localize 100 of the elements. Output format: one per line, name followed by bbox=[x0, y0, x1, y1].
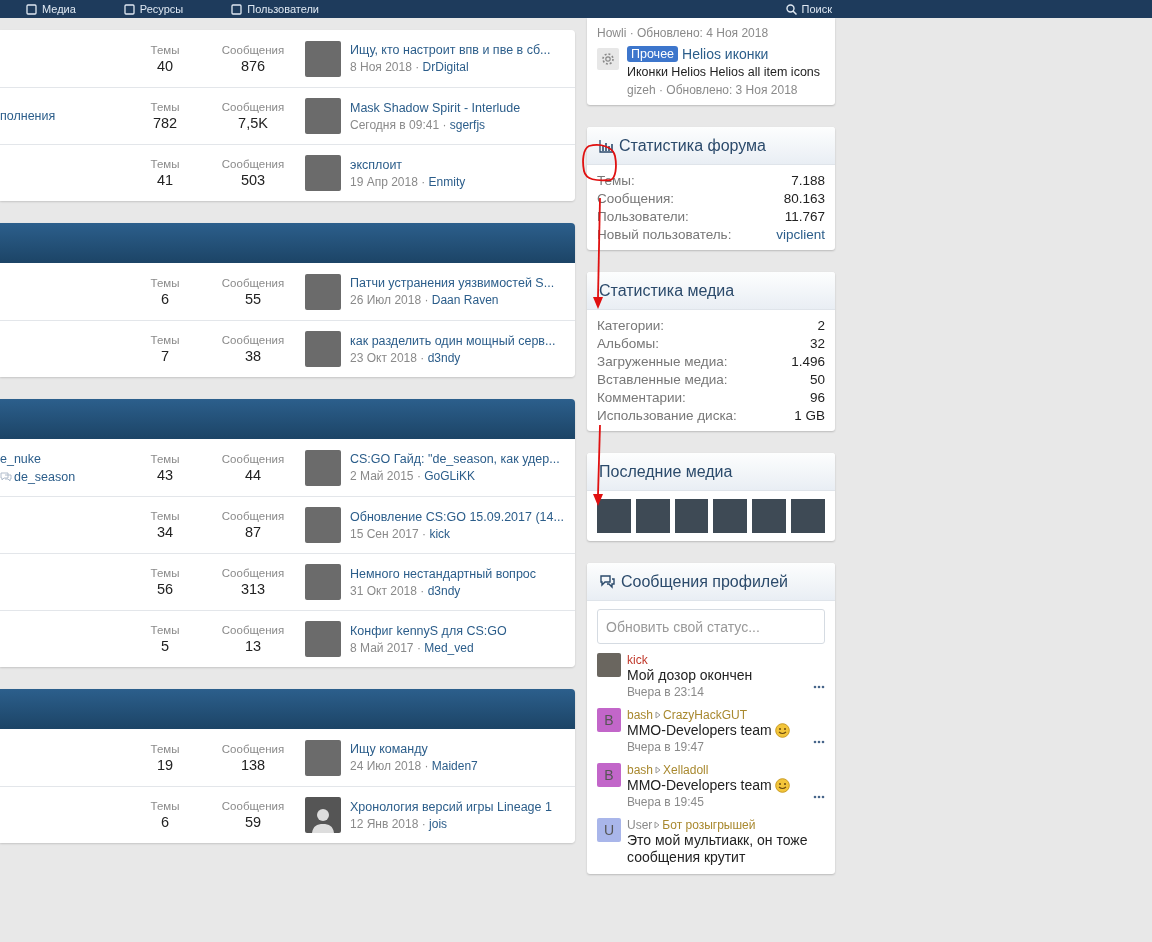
username-link[interactable]: User bbox=[627, 818, 653, 832]
chat-bubbles-icon bbox=[0, 471, 12, 482]
stat-label: Альбомы: bbox=[597, 336, 659, 351]
thread-link[interactable]: Немного нестандартный вопрос bbox=[350, 566, 537, 581]
stat-label: Сообщения bbox=[221, 567, 285, 579]
search-icon bbox=[785, 3, 797, 15]
stat-label: Сообщения bbox=[221, 276, 285, 289]
media-thumbnail[interactable] bbox=[597, 499, 631, 533]
stat-label: Темы bbox=[150, 510, 180, 522]
username-link[interactable]: Xelladoll bbox=[663, 763, 709, 777]
separator-dot: · bbox=[416, 640, 421, 655]
username-link[interactable]: sgerfjs bbox=[449, 117, 486, 132]
stat-label: Темы bbox=[150, 567, 180, 579]
stat-label: Сообщения bbox=[221, 510, 285, 522]
stat-label: Сообщения bbox=[221, 158, 285, 170]
stat-value: 87 bbox=[244, 524, 262, 540]
status-message: Мой дозор окончен bbox=[627, 667, 753, 684]
stat-value: 59 bbox=[244, 814, 262, 830]
status-message: MMO-Developers team bbox=[627, 722, 772, 739]
media-thumbnail[interactable] bbox=[713, 499, 748, 533]
silhouette-icon bbox=[311, 807, 335, 833]
resource-meta: gizeh · Обновлено: 3 Ноя 2018 bbox=[627, 83, 799, 97]
stat-label: Темы bbox=[150, 800, 180, 812]
stat-value: 6 bbox=[160, 290, 170, 307]
nav-tab[interactable]: Медиа bbox=[26, 2, 76, 16]
separator-dot: · bbox=[420, 583, 425, 598]
status-input-field[interactable]: Обновить свой статус... bbox=[597, 609, 825, 644]
nav-item-icon bbox=[26, 3, 37, 15]
post-date: 12 Янв 2018 bbox=[350, 816, 419, 831]
stat-label: Темы bbox=[150, 334, 180, 346]
post-date: 8 Ноя 2018 bbox=[350, 60, 412, 74]
thread-link[interactable]: Ищу команду bbox=[350, 742, 478, 756]
media-thumbnail[interactable] bbox=[752, 499, 787, 533]
stat-label: Сообщения bbox=[221, 334, 285, 346]
username-link[interactable]: Enmity bbox=[428, 174, 466, 189]
username-link[interactable]: Maiden7 bbox=[431, 759, 478, 773]
media-thumbnail[interactable] bbox=[674, 499, 709, 533]
bar-chart-icon bbox=[599, 138, 615, 153]
username-link[interactable]: vipclient bbox=[776, 227, 825, 242]
thread-link[interactable]: эксплоит bbox=[350, 157, 466, 172]
stat-value: 11.767 bbox=[784, 209, 825, 224]
thread-link[interactable]: Конфиг kennyS для CS:GO bbox=[350, 623, 507, 638]
stat-value: 34 bbox=[156, 524, 174, 540]
media-thumbnail[interactable] bbox=[791, 499, 825, 533]
thread-link[interactable]: Обновление CS:GO 15.09.2017 (14... bbox=[350, 509, 564, 524]
post-time: Вчера в 19:45 bbox=[627, 795, 704, 809]
username-link[interactable]: Бот розыгрышей bbox=[662, 818, 756, 832]
separator-dot: · bbox=[422, 526, 427, 541]
username-link[interactable]: bash bbox=[627, 708, 654, 722]
stat-label: Темы: bbox=[597, 173, 635, 188]
thread-link[interactable]: CS:GO Гайд: "de_season, как удер... bbox=[350, 452, 560, 466]
subforum-link[interactable]: de_season bbox=[14, 469, 76, 484]
stat-label: Сообщения: bbox=[597, 191, 675, 206]
avatar-photo bbox=[597, 653, 621, 677]
username-link[interactable]: DrDigital bbox=[422, 60, 469, 74]
letter-avatar: B bbox=[597, 763, 621, 787]
stat-label: Комментарии: bbox=[597, 390, 686, 405]
username-link[interactable]: bash bbox=[627, 763, 654, 777]
username-link[interactable]: CrazyHackGUT bbox=[663, 708, 748, 722]
post-date: 15 Сен 2017 bbox=[350, 526, 419, 541]
stat-label: Темы bbox=[150, 742, 180, 755]
thread-link[interactable]: Ищу, кто настроит впв и пве в сб... bbox=[350, 43, 551, 57]
username-link[interactable]: Med_ved bbox=[424, 640, 474, 655]
username-link[interactable]: d3ndy bbox=[427, 350, 461, 365]
username-link[interactable]: kick bbox=[627, 653, 648, 667]
stat-label: Вставленные медиа: bbox=[597, 372, 728, 387]
separator-dot: · bbox=[416, 469, 421, 483]
thread-link[interactable]: как разделить один мощный серв... bbox=[350, 333, 556, 348]
stat-value: 50 bbox=[809, 372, 825, 387]
resource-title-link[interactable]: Helios иконки bbox=[682, 46, 769, 62]
thread-link[interactable]: Патчи устранения уязвимостей S... bbox=[350, 276, 555, 290]
stat-value: 19 bbox=[156, 756, 174, 773]
smiley-icon bbox=[774, 723, 790, 738]
username-link[interactable]: jois bbox=[429, 816, 448, 831]
username-link[interactable]: Daan Raven bbox=[431, 293, 499, 307]
post-date: 19 Апр 2018 bbox=[350, 174, 418, 189]
nav-tab[interactable]: Ресурсы bbox=[123, 2, 184, 16]
thread-link[interactable]: Mask Shadow Spirit - Interlude bbox=[350, 100, 521, 115]
username-link[interactable]: d3ndy bbox=[427, 583, 461, 598]
username-link[interactable]: GoGLiKK bbox=[424, 469, 475, 483]
subforum-link[interactable]: e_nuke bbox=[0, 451, 41, 466]
post-date: 26 Июл 2018 bbox=[350, 293, 422, 307]
stat-label: Использование диска: bbox=[597, 408, 737, 423]
separator-dot: · bbox=[421, 174, 426, 189]
stat-value: 6 bbox=[160, 814, 170, 830]
separator-dot: · bbox=[442, 117, 447, 132]
thread-link[interactable]: Хронология версий игры Lineage 1 bbox=[350, 799, 552, 814]
stat-label: Темы bbox=[150, 624, 180, 636]
nav-tab[interactable]: Пользователи bbox=[231, 2, 319, 16]
username-link[interactable]: kick bbox=[429, 526, 451, 541]
stat-value: 7 bbox=[160, 348, 170, 364]
stat-label: Категории: bbox=[597, 318, 665, 333]
stat-value: 138 bbox=[240, 756, 266, 773]
stat-value: 1.496 bbox=[791, 354, 825, 369]
card-title: Статистика форума bbox=[619, 136, 766, 155]
search-button[interactable]: Поиск bbox=[785, 2, 832, 16]
media-thumbnail[interactable] bbox=[635, 499, 670, 533]
more-options-icon bbox=[813, 795, 825, 799]
status-message: MMO-Developers team bbox=[627, 777, 772, 794]
stat-value: 32 bbox=[809, 336, 825, 351]
